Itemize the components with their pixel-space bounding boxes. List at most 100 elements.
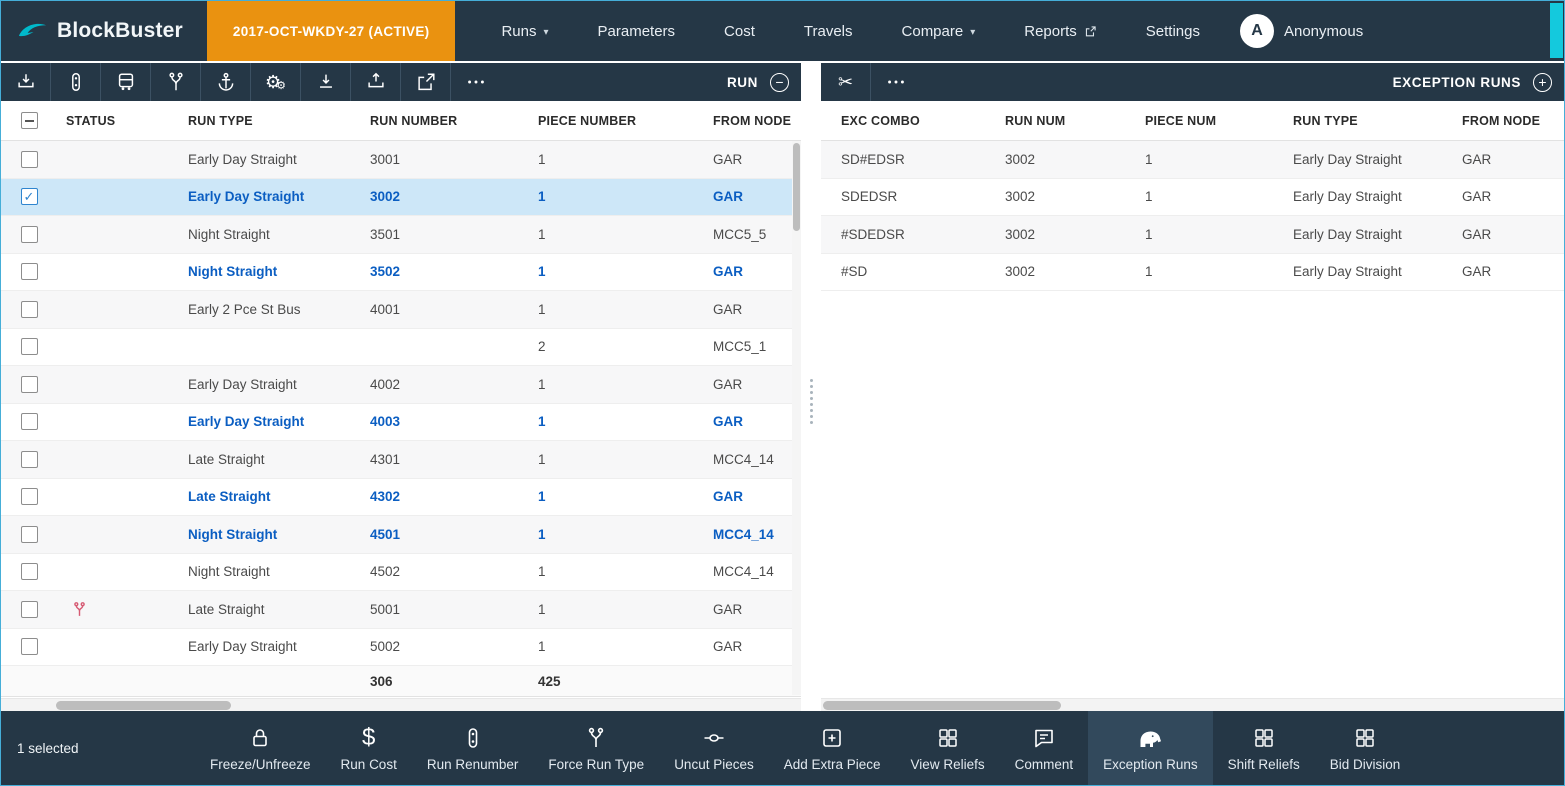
- nav-runs[interactable]: Runs▾: [501, 23, 548, 40]
- nav-label: Settings: [1146, 23, 1200, 40]
- column-header-run-type[interactable]: RUN TYPE: [179, 114, 361, 128]
- row-checkbox[interactable]: [1, 188, 57, 205]
- scrollbar-thumb[interactable]: [56, 701, 231, 710]
- action-exception-runs[interactable]: Exception Runs: [1088, 711, 1213, 785]
- force-run-type-tool-button[interactable]: [151, 63, 201, 101]
- table-row[interactable]: Early Day Straight 4003 1 GAR: [1, 404, 801, 442]
- exc-combo-cell: #SD: [841, 264, 996, 279]
- table-row[interactable]: Late Straight 4301 1 MCC4_14: [1, 441, 801, 479]
- column-header-run-number[interactable]: RUN NUMBER: [361, 114, 529, 128]
- row-checkbox[interactable]: [1, 526, 57, 543]
- action-comment[interactable]: Comment: [1000, 711, 1089, 785]
- row-checkbox[interactable]: [1, 413, 57, 430]
- run-table: STATUS RUN TYPE RUN NUMBER PIECE NUMBER …: [1, 101, 801, 711]
- column-header-run-type[interactable]: RUN TYPE: [1284, 114, 1453, 128]
- run-type-cell: Early Day Straight: [1284, 152, 1453, 167]
- export-button[interactable]: [351, 63, 401, 101]
- column-header-piece-num[interactable]: PIECE NUM: [1136, 114, 1284, 128]
- run-type-cell: Early Day Straight: [179, 414, 361, 429]
- download-button[interactable]: [301, 63, 351, 101]
- column-header-exc-combo[interactable]: EXC COMBO: [841, 114, 996, 128]
- table-row[interactable]: Late Straight 4302 1 GAR: [1, 479, 801, 517]
- row-checkbox[interactable]: [1, 301, 57, 318]
- select-all-checkbox[interactable]: [1, 112, 57, 129]
- row-checkbox[interactable]: [1, 263, 57, 280]
- row-checkbox[interactable]: [1, 638, 57, 655]
- row-checkbox[interactable]: [1, 338, 57, 355]
- nav-label: Cost: [724, 23, 755, 40]
- table-row[interactable]: Late Straight 5001 1 GAR: [1, 591, 801, 629]
- scrollbar-thumb[interactable]: [823, 701, 1061, 710]
- row-checkbox[interactable]: [1, 563, 57, 580]
- row-checkbox[interactable]: [1, 226, 57, 243]
- action-bid-division[interactable]: Bid Division: [1315, 711, 1416, 785]
- top-nav: BlockBuster 2017-OCT-WKDY-27 (ACTIVE) Ru…: [1, 1, 1564, 61]
- collapse-run-panel-button[interactable]: −: [770, 73, 789, 92]
- action-view-reliefs[interactable]: View Reliefs: [896, 711, 1000, 785]
- add-exception-run-button[interactable]: +: [1533, 73, 1552, 92]
- run-number-cell: 4501: [361, 527, 529, 542]
- action-uncut-pieces[interactable]: Uncut Pieces: [659, 711, 769, 785]
- table-row[interactable]: Early 2 Pce St Bus 4001 1 GAR: [1, 291, 801, 329]
- row-checkbox[interactable]: [1, 376, 57, 393]
- action-add-extra-piece[interactable]: Add Extra Piece: [769, 711, 896, 785]
- column-header-run-num[interactable]: RUN NUM: [996, 114, 1136, 128]
- horizontal-scrollbar[interactable]: [1, 698, 801, 711]
- action-shift-reliefs[interactable]: Shift Reliefs: [1213, 711, 1315, 785]
- nav-settings[interactable]: Settings: [1146, 23, 1200, 40]
- run-number-cell: 3002: [361, 189, 529, 204]
- nav-parameters[interactable]: Parameters: [598, 23, 676, 40]
- table-row-selected[interactable]: Early Day Straight 3002 1 GAR: [1, 179, 801, 217]
- table-row[interactable]: #SDEDSR 3002 1 Early Day Straight GAR: [821, 216, 1564, 254]
- nav-reports[interactable]: Reports: [1024, 23, 1097, 40]
- action-run-renumber[interactable]: Run Renumber: [412, 711, 534, 785]
- panel-splitter[interactable]: [801, 101, 821, 711]
- user-menu[interactable]: A Anonymous: [1240, 14, 1363, 48]
- table-row[interactable]: 2 MCC5_1: [1, 329, 801, 367]
- table-row[interactable]: Night Straight 4502 1 MCC4_14: [1, 554, 801, 592]
- nav-travels[interactable]: Travels: [804, 23, 853, 40]
- table-row[interactable]: SD#EDSR 3002 1 Early Day Straight GAR: [821, 141, 1564, 179]
- table-row[interactable]: SDEDSR 3002 1 Early Day Straight GAR: [821, 179, 1564, 217]
- horizontal-scrollbar[interactable]: [821, 698, 1564, 711]
- row-checkbox[interactable]: [1, 451, 57, 468]
- main-nav: Runs▾ Parameters Cost Travels Compare▾ R…: [501, 23, 1200, 40]
- active-schedule-button[interactable]: 2017-OCT-WKDY-27 (ACTIVE): [207, 1, 456, 61]
- nav-label: Runs: [501, 23, 536, 40]
- more-button[interactable]: [871, 63, 921, 101]
- column-header-status[interactable]: STATUS: [57, 114, 179, 128]
- action-freeze-unfreeze[interactable]: Freeze/Unfreeze: [195, 711, 326, 785]
- column-header-from-node[interactable]: FROM NODE: [704, 114, 801, 128]
- brand[interactable]: BlockBuster: [1, 19, 207, 43]
- row-checkbox[interactable]: [1, 151, 57, 168]
- gears-tool-button[interactable]: ⚙⚙: [251, 63, 301, 101]
- run-renumber-tool-button[interactable]: [51, 63, 101, 101]
- table-row[interactable]: Night Straight 4501 1 MCC4_14: [1, 516, 801, 554]
- row-checkbox[interactable]: [1, 601, 57, 618]
- open-external-button[interactable]: [401, 63, 451, 101]
- nav-cost[interactable]: Cost: [724, 23, 755, 40]
- import-button[interactable]: [1, 63, 51, 101]
- table-row[interactable]: Early Day Straight 5002 1 GAR: [1, 629, 801, 667]
- more-button[interactable]: [451, 63, 501, 101]
- vertical-scrollbar[interactable]: [792, 141, 801, 695]
- exception-table-header: EXC COMBO RUN NUM PIECE NUM RUN TYPE FRO…: [821, 101, 1564, 141]
- table-row[interactable]: Early Day Straight 3001 1 GAR: [1, 141, 801, 179]
- action-run-cost[interactable]: $ Run Cost: [326, 711, 412, 785]
- column-header-piece-number[interactable]: PIECE NUMBER: [529, 114, 704, 128]
- table-row[interactable]: #SD 3002 1 Early Day Straight GAR: [821, 254, 1564, 292]
- table-row[interactable]: Early Day Straight 4002 1 GAR: [1, 366, 801, 404]
- cut-button[interactable]: ✂: [821, 63, 871, 101]
- bus-icon: [115, 71, 137, 93]
- nav-compare[interactable]: Compare▾: [902, 23, 976, 40]
- action-force-run-type[interactable]: Force Run Type: [533, 711, 659, 785]
- anchor-tool-button[interactable]: [201, 63, 251, 101]
- grid-icon: [1353, 725, 1377, 751]
- table-row[interactable]: Night Straight 3501 1 MCC5_5: [1, 216, 801, 254]
- table-row[interactable]: Night Straight 3502 1 GAR: [1, 254, 801, 292]
- piece-number-cell: 1: [529, 452, 704, 467]
- column-header-from-node[interactable]: FROM NODE: [1453, 114, 1564, 128]
- row-checkbox[interactable]: [1, 488, 57, 505]
- scrollbar-thumb[interactable]: [793, 143, 800, 231]
- bus-tool-button[interactable]: [101, 63, 151, 101]
